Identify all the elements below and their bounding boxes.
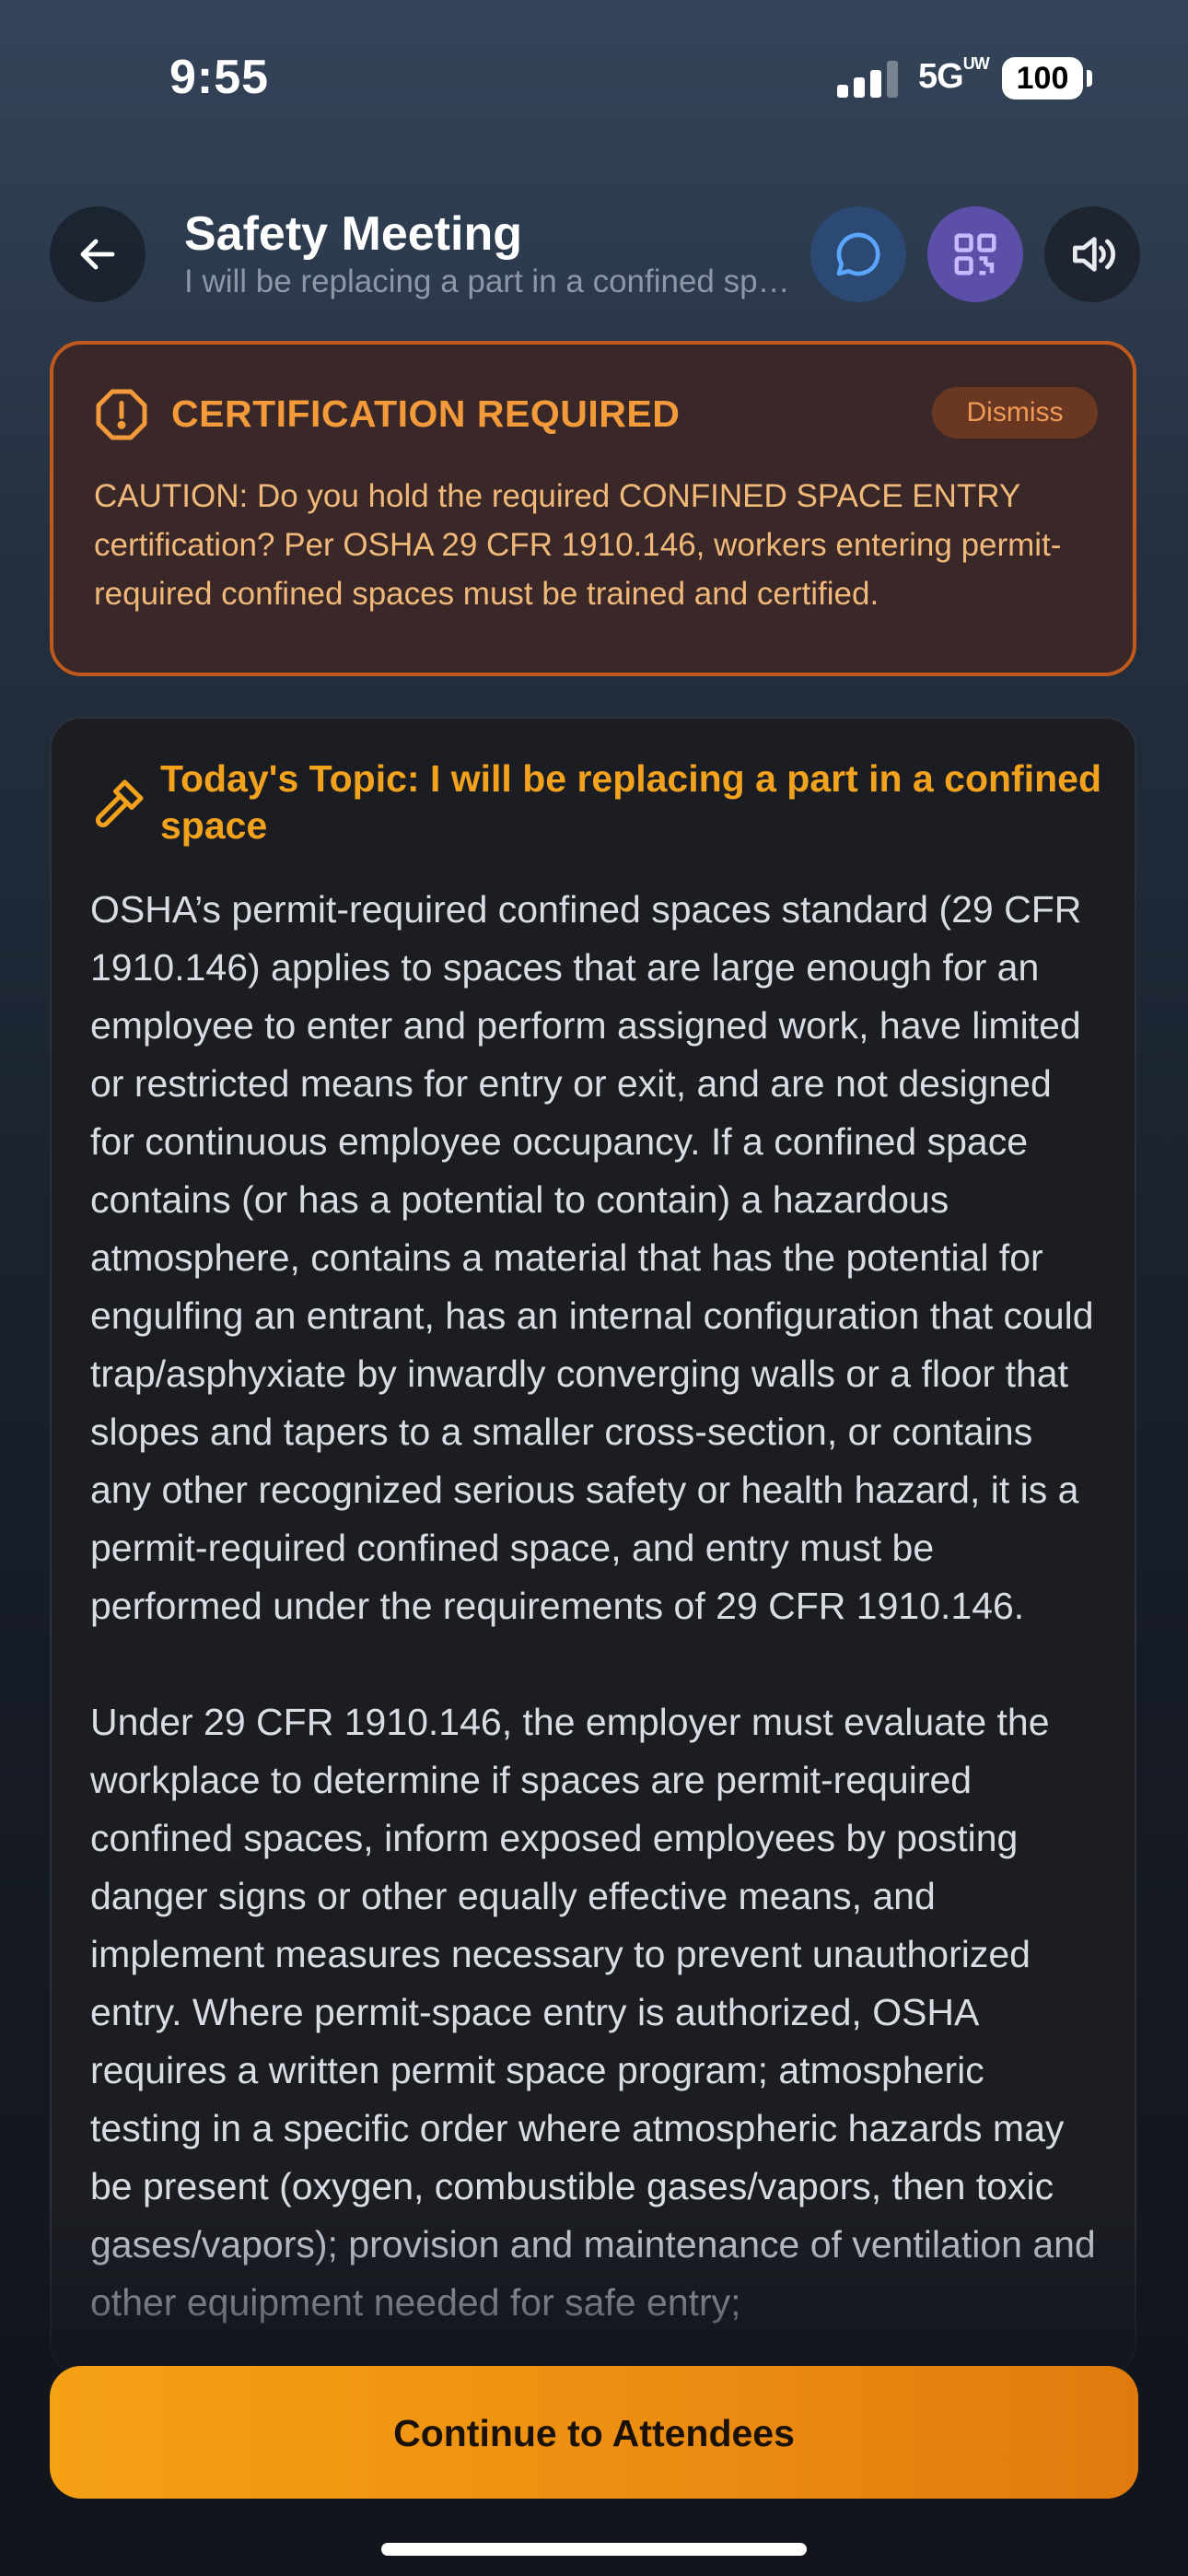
cellular-signal-icon [837, 61, 898, 98]
topic-card: Today's Topic: I will be replacing a par… [50, 717, 1136, 2375]
chat-bubble-icon [836, 232, 880, 276]
header: Safety Meeting I will be replacing a par… [0, 193, 1188, 313]
status-time: 9:55 [169, 51, 270, 104]
page-subtitle: I will be replacing a part in a confined… [184, 263, 801, 299]
alert-message: CAUTION: Do you hold the required CONFIN… [94, 478, 1062, 612]
qr-code-button[interactable] [927, 206, 1023, 302]
certification-alert: CERTIFICATION REQUIRED Dismiss CAUTION: … [50, 341, 1136, 676]
back-button[interactable] [50, 206, 146, 302]
page-title: Safety Meeting [184, 207, 522, 261]
battery-icon: 100 [1002, 57, 1083, 100]
continue-to-attendees-button[interactable]: Continue to Attendees [50, 2366, 1138, 2499]
battery-cap [1087, 70, 1092, 87]
status-bar: 9:55 5GUW 100 [0, 0, 1188, 157]
network-type: 5GUW [918, 54, 990, 96]
sound-button[interactable] [1044, 206, 1140, 302]
home-indicator[interactable] [381, 2543, 807, 2556]
alert-title: CERTIFICATION REQUIRED [171, 392, 681, 435]
hammer-icon [95, 779, 144, 828]
speaker-icon [1073, 237, 1115, 272]
chat-button[interactable] [810, 206, 906, 302]
qr-code-icon [954, 233, 996, 275]
topic-paragraph: OSHA’s permit-required confined spaces s… [90, 888, 1094, 1627]
topic-body: OSHA’s permit-required confined spaces s… [90, 881, 1103, 2373]
dismiss-button[interactable]: Dismiss [932, 387, 1098, 439]
exclamation-octagon-icon [96, 389, 147, 440]
arrow-left-icon [80, 239, 115, 270]
topic-title: Today's Topic: I will be replacing a par… [160, 757, 1101, 847]
